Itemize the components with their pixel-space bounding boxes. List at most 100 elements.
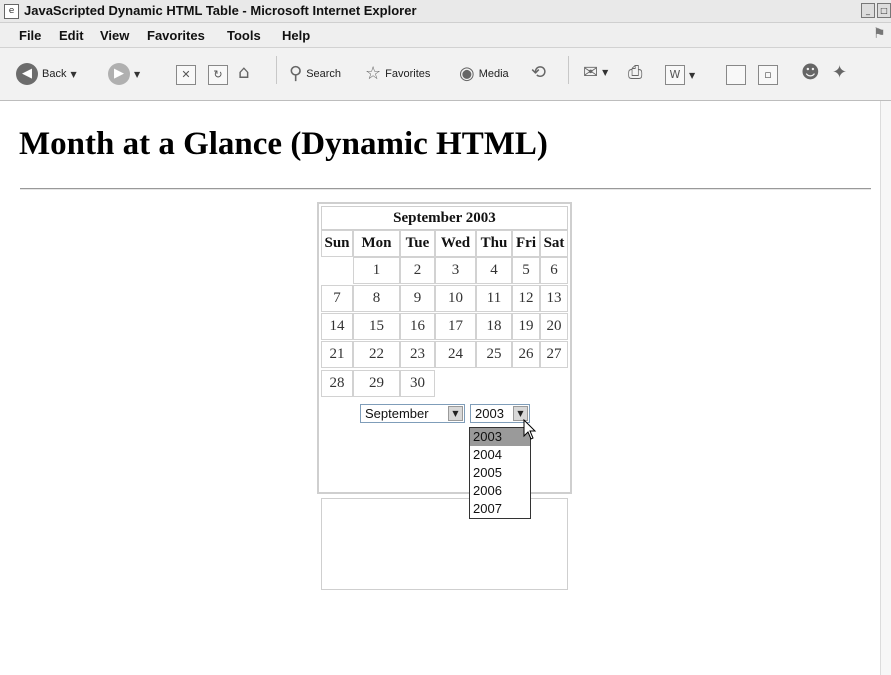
day-cell: 10: [435, 285, 476, 312]
weekday-header: Fri: [512, 230, 540, 257]
weekday-header: Mon: [353, 230, 400, 257]
year-option[interactable]: 2007: [470, 500, 530, 518]
year-option[interactable]: 2006: [470, 482, 530, 500]
print-button[interactable]: ⎙: [628, 62, 642, 83]
media-label: Media: [478, 67, 509, 80]
chevron-down-icon: ▼: [70, 69, 77, 79]
page-content: Month at a Glance (Dynamic HTML) Septemb…: [0, 101, 880, 675]
day-cell: 25: [476, 341, 512, 368]
day-cell: 17: [435, 313, 476, 340]
page-title: Month at a Glance (Dynamic HTML): [19, 126, 548, 162]
day-cell: 30: [400, 370, 435, 397]
day-cell: 19: [512, 313, 540, 340]
day-cell: 23: [400, 341, 435, 368]
discuss-button[interactable]: [726, 65, 746, 85]
favorites-label: Favorites: [385, 67, 431, 80]
weekday-header: Sat: [540, 230, 568, 257]
search-button[interactable]: ⚲ Search: [289, 63, 341, 84]
day-cell: 7: [321, 285, 353, 312]
calendar-table: September 2003 Sun Mon Tue Wed Thu Fri Sat 1 2 3 4…: [317, 202, 572, 590]
page-icon: ▫: [758, 65, 778, 85]
day-cell: 16: [400, 313, 435, 340]
year-select[interactable]: 2003 ▼: [470, 404, 530, 423]
day-cell: 26: [512, 341, 540, 368]
chevron-down-icon[interactable]: ▼: [448, 406, 463, 421]
history-button[interactable]: ⟲: [531, 62, 546, 83]
day-cell: 13: [540, 285, 568, 312]
horizontal-rule: [20, 188, 871, 190]
back-button[interactable]: ◀ Back ▼: [16, 63, 77, 85]
mouse-cursor-icon: [523, 419, 537, 440]
vertical-scrollbar[interactable]: [880, 101, 891, 675]
mail-button[interactable]: ✉ ▼: [583, 62, 608, 83]
day-cell: 4: [476, 257, 512, 284]
menu-view[interactable]: View: [100, 28, 129, 43]
maximize-icon[interactable]: □: [877, 3, 891, 18]
ie-icon: e: [4, 4, 19, 19]
window-title: JavaScripted Dynamic HTML Table - Micros…: [24, 3, 417, 18]
menu-help[interactable]: Help: [282, 28, 310, 43]
minimize-icon[interactable]: _: [861, 3, 875, 18]
calendar-caption: September 2003: [321, 206, 568, 230]
month-select[interactable]: September ▼: [360, 404, 465, 423]
back-label: Back: [42, 68, 67, 80]
title-bar: e JavaScripted Dynamic HTML Table - Micr…: [0, 0, 891, 23]
day-cell: 8: [353, 285, 400, 312]
day-cell: 12: [512, 285, 540, 312]
day-cell: 29: [353, 370, 400, 397]
chevron-down-icon: ▼: [602, 68, 609, 77]
menu-bar: File Edit View Favorites Tools Help ⚑: [0, 23, 891, 48]
discuss-icon: [726, 65, 746, 85]
day-cell: 20: [540, 313, 568, 340]
day-cell: 3: [435, 257, 476, 284]
menu-edit[interactable]: Edit: [59, 28, 84, 43]
day-cell: 1: [353, 257, 400, 284]
day-cell: 28: [321, 370, 353, 397]
stop-button[interactable]: ✕: [176, 65, 196, 85]
window-controls: _ □: [861, 3, 891, 18]
stop-icon: ✕: [176, 65, 196, 85]
weekday-header: Wed: [435, 230, 476, 257]
addon-button[interactable]: ☻: [801, 62, 820, 83]
print-icon: ⎙: [628, 62, 643, 83]
refresh-button[interactable]: ↻: [208, 65, 228, 85]
year-option[interactable]: 2004: [470, 446, 530, 464]
messenger-button[interactable]: ▫: [758, 65, 778, 85]
windows-logo-icon: ⚑: [873, 26, 886, 42]
forward-button[interactable]: ▶ ▼: [108, 63, 140, 85]
media-icon: ◉: [459, 63, 475, 84]
ebay-button[interactable]: ✦: [832, 62, 847, 83]
home-button[interactable]: ⌂: [238, 62, 249, 83]
history-icon: ⟲: [531, 62, 547, 83]
weekday-header: Sun: [321, 230, 353, 257]
media-button[interactable]: ◉ Media: [459, 63, 509, 84]
mail-icon: ✉: [583, 62, 599, 83]
menu-file[interactable]: File: [19, 28, 41, 43]
year-select-value: 2003: [475, 406, 504, 421]
year-option[interactable]: 2005: [470, 464, 530, 482]
day-cell: 15: [353, 313, 400, 340]
weekday-header: Thu: [476, 230, 512, 257]
menu-favorites[interactable]: Favorites: [147, 28, 205, 43]
search-icon: ⚲: [289, 63, 303, 84]
day-cell: 21: [321, 341, 353, 368]
day-cell: 27: [540, 341, 568, 368]
chevron-down-icon: ▼: [689, 70, 696, 80]
favorites-button[interactable]: ☆ Favorites: [365, 63, 430, 84]
search-label: Search: [306, 67, 342, 80]
menu-tools[interactable]: Tools: [227, 28, 261, 43]
weekday-header: Tue: [400, 230, 435, 257]
word-icon: W: [665, 65, 685, 85]
forward-arrow-icon: ▶: [108, 63, 130, 85]
edit-button[interactable]: W ▼: [665, 65, 695, 85]
star-icon: ☆: [365, 63, 382, 84]
year-dropdown-list: 2003 2004 2005 2006 2007: [469, 427, 531, 519]
day-cell: 2: [400, 257, 435, 284]
year-option[interactable]: 2003: [470, 428, 530, 446]
mascot-icon: ☻: [801, 62, 820, 83]
back-arrow-icon: ◀: [16, 63, 38, 85]
day-cell: 18: [476, 313, 512, 340]
day-cell: 9: [400, 285, 435, 312]
home-icon: ⌂: [238, 62, 250, 83]
ebay-icon: ✦: [832, 62, 848, 83]
